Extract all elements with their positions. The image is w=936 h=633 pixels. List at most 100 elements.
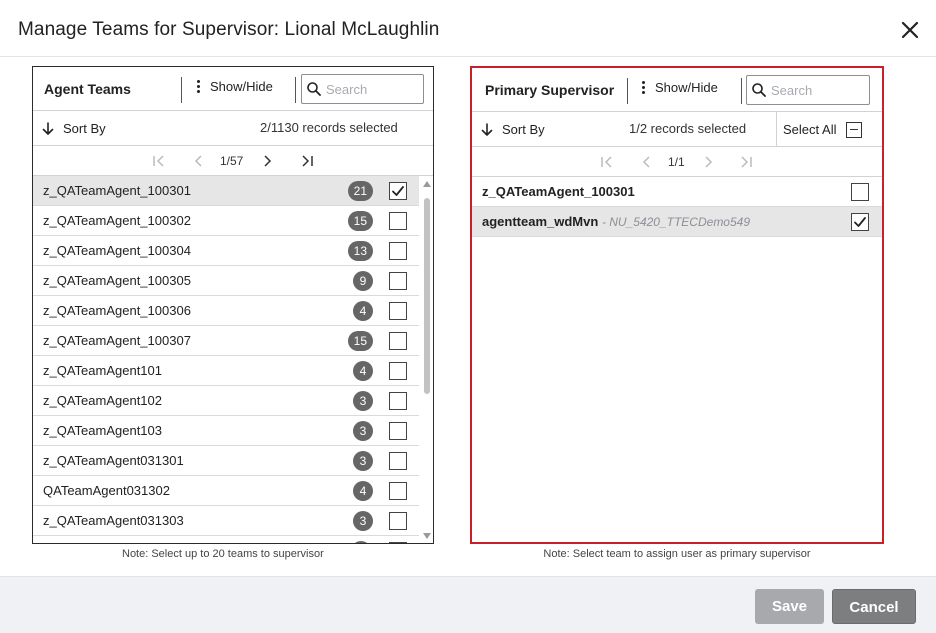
cancel-button[interactable]: Cancel — [832, 589, 916, 624]
dialog-footer: Save Cancel — [0, 576, 936, 633]
sort-by-label: Sort By — [63, 121, 106, 136]
sort-by-button[interactable]: Sort By — [481, 122, 545, 137]
close-button[interactable] — [896, 16, 924, 44]
kebab-icon — [641, 81, 645, 94]
divider — [741, 78, 742, 104]
primary-supervisor-sortbar: Sort By 1/2 records selected Select All — [472, 112, 882, 147]
row-checkbox[interactable] — [389, 362, 407, 380]
row-checkbox[interactable] — [389, 512, 407, 530]
row-checkbox[interactable] — [389, 392, 407, 410]
agent-teams-title: Agent Teams — [44, 81, 131, 97]
row-checkbox[interactable] — [389, 272, 407, 290]
records-selected-text: 2/1130 records selected — [260, 120, 398, 135]
show-hide-label: Show/Hide — [655, 80, 718, 95]
scrollbar-thumb[interactable] — [424, 198, 430, 394]
agent-teams-note: Note: Select up to 20 teams to superviso… — [122, 548, 324, 560]
sort-arrow-icon — [42, 121, 54, 135]
agent-count-badge: 4 — [353, 481, 373, 501]
agent-count-badge: 4 — [353, 301, 373, 321]
primary-supervisor-note: Note: Select team to assign user as prim… — [543, 548, 811, 560]
team-name: z_QATeamAgent_100306 — [43, 303, 191, 318]
agent-teams-panel: Agent Teams Show/Hide Sort By — [32, 66, 434, 544]
list-item[interactable]: z_QATeamAgent_100306 4 — [33, 296, 419, 326]
list-item[interactable]: z_QATeamAgent102 3 — [33, 386, 419, 416]
agent-teams-pager: 1/57 — [33, 146, 433, 176]
records-selected-text: 1/2 records selected — [629, 121, 747, 136]
last-page-button[interactable] — [738, 154, 754, 170]
row-checkbox[interactable] — [851, 183, 869, 201]
list-item[interactable]: z_QATeamAgent101 4 — [33, 356, 419, 386]
divider — [295, 77, 296, 103]
team-name: z_QATeamAgent102 — [43, 393, 162, 408]
list-item[interactable]: z_QATeamAgent_100304 13 — [33, 236, 419, 266]
show-hide-label: Show/Hide — [210, 79, 273, 94]
kebab-icon — [196, 80, 200, 93]
agent-count-badge: 3 — [353, 421, 373, 441]
last-page-button[interactable] — [299, 153, 315, 169]
team-name: QATeamAgent031302 — [43, 483, 170, 498]
sort-arrow-icon — [481, 122, 493, 136]
next-page-button[interactable] — [259, 153, 275, 169]
search-box[interactable] — [746, 75, 870, 105]
primary-supervisor-panel: Primary Supervisor Show/Hide Sort By — [470, 66, 884, 544]
close-icon — [901, 21, 919, 39]
next-page-icon — [264, 155, 272, 167]
first-page-button[interactable] — [151, 153, 167, 169]
select-all-button[interactable]: Select All — [776, 112, 882, 147]
team-name: z_QATeamAgent_100304 — [43, 243, 191, 258]
row-checkbox[interactable] — [389, 422, 407, 440]
list-item[interactable]: z_QATeamAgent103 3 — [33, 416, 419, 446]
search-input[interactable] — [326, 81, 416, 97]
team-label: z_QATeamAgent_100301 — [482, 184, 635, 199]
row-checkbox[interactable] — [389, 242, 407, 260]
agent-count-badge: 3 — [353, 451, 373, 471]
row-checkbox[interactable] — [851, 213, 869, 231]
list-item[interactable]: z_QATeamAgent_100307 15 — [33, 326, 419, 356]
page-indicator: 1/1 — [668, 155, 685, 169]
team-name: z_QATeamAgent_100301 — [43, 183, 191, 198]
scroll-down-icon[interactable] — [422, 532, 432, 540]
row-checkbox[interactable] — [389, 482, 407, 500]
page-indicator: 1/57 — [220, 154, 244, 168]
row-checkbox[interactable] — [389, 182, 407, 200]
agent-count-badge: 9 — [353, 271, 373, 291]
manage-teams-dialog: Manage Teams for Supervisor: Lional McLa… — [0, 0, 936, 633]
save-button[interactable]: Save — [755, 589, 824, 624]
row-checkbox[interactable] — [389, 212, 407, 230]
row-checkbox[interactable] — [389, 542, 407, 543]
team-name: agentteam_wdMvn - NU_5420_TTECDemo549 — [482, 214, 750, 229]
team-label: agentteam_wdMvn — [482, 214, 599, 229]
row-checkbox[interactable] — [389, 332, 407, 350]
sort-by-label: Sort By — [502, 122, 545, 137]
next-page-icon — [705, 156, 713, 168]
team-name: z_QATeamAgent_100307 — [43, 333, 191, 348]
show-hide-button[interactable]: Show/Hide — [196, 79, 273, 94]
agent-count-badge: 21 — [347, 181, 373, 201]
list-item[interactable]: z_QATeamAgent_100302 15 — [33, 206, 419, 236]
list-item[interactable]: QATeamAgent031302 4 — [33, 476, 419, 506]
prev-page-icon — [194, 155, 202, 167]
search-icon — [752, 83, 766, 97]
list-item[interactable]: agentteam_wdMvn - NU_5420_TTECDemo549 — [472, 207, 882, 237]
agent-teams-toolbar: Agent Teams Show/Hide — [33, 67, 433, 111]
list-item[interactable] — [33, 536, 419, 543]
first-page-button[interactable] — [599, 154, 615, 170]
row-checkbox[interactable] — [389, 302, 407, 320]
list-item[interactable]: z_QATeamAgent_100301 21 — [33, 176, 419, 206]
minus-checkbox-icon[interactable] — [846, 121, 863, 138]
first-page-icon — [601, 156, 612, 168]
show-hide-button[interactable]: Show/Hide — [641, 80, 718, 95]
list-item[interactable]: z_QATeamAgent_100301 — [472, 177, 882, 207]
sort-by-button[interactable]: Sort By — [42, 121, 106, 136]
list-item[interactable]: z_QATeamAgent031303 3 — [33, 506, 419, 536]
search-input[interactable] — [771, 82, 861, 98]
scroll-up-icon[interactable] — [422, 180, 432, 188]
search-box[interactable] — [301, 74, 424, 104]
next-page-button[interactable] — [700, 154, 716, 170]
list-item[interactable]: z_QATeamAgent_100305 9 — [33, 266, 419, 296]
list-item[interactable]: z_QATeamAgent031301 3 — [33, 446, 419, 476]
prev-page-button[interactable] — [639, 154, 655, 170]
prev-page-button[interactable] — [191, 153, 207, 169]
row-checkbox[interactable] — [389, 452, 407, 470]
list-scrollbar[interactable] — [420, 176, 433, 543]
